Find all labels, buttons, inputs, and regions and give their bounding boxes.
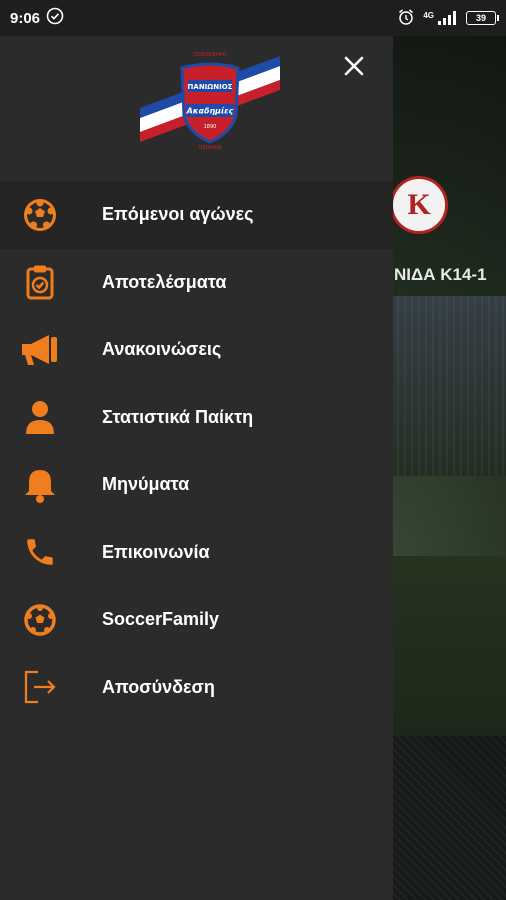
menu-item-soccerfamily[interactable]: SoccerFamily — [0, 586, 393, 654]
menu-item-messages[interactable]: Μηνύματα — [0, 451, 393, 519]
phone-icon — [20, 532, 60, 572]
menu-item-label: Επικοινωνία — [102, 541, 210, 562]
stadium-background — [390, 296, 506, 476]
menu-item-label: Ανακοινώσεις — [102, 339, 222, 360]
club-logo-year: 1890 — [204, 124, 217, 130]
drawer-header: ΠΑΝΙΩΝΙΟΣ Ακαδημίες 1890 ΠΟΔΟΣΦΑΙΡΟ ΝΕΟΛ… — [0, 36, 393, 176]
navigation-drawer: ΠΑΝΙΩΝΙΟΣ Ακαδημίες 1890 ΠΟΔΟΣΦΑΙΡΟ ΝΕΟΛ… — [0, 36, 393, 900]
menu-item-contact[interactable]: Επικοινωνία — [0, 519, 393, 587]
club-logo: ΠΑΝΙΩΝΙΟΣ Ακαδημίες 1890 ΠΟΔΟΣΦΑΙΡΟ ΝΕΟΛ… — [140, 52, 280, 151]
logout-icon — [20, 667, 60, 707]
team-logo[interactable]: K — [390, 176, 448, 234]
menu-item-label: Μηνύματα — [102, 474, 190, 495]
club-logo-top-text: ΠΟΔΟΣΦΑΙΡΟ — [193, 52, 227, 58]
menu-item-label: Στατιστικά Παίκτη — [102, 406, 254, 427]
team-name: ΝΙΔΑ Κ14-1 — [394, 265, 487, 284]
status-bar: 9:06 4G 39 — [0, 0, 506, 36]
battery-level: 39 — [475, 13, 486, 23]
check-circle-icon — [46, 7, 64, 29]
menu-item-label: Αποσύνδεση — [102, 676, 215, 697]
team-logo-letter: K — [407, 188, 431, 221]
menu-item-upcoming-matches[interactable]: Επόμενοι αγώνες — [0, 181, 393, 249]
club-logo-name: ΠΑΝΙΩΝΙΟΣ — [188, 83, 233, 91]
drawer-menu: Επόμενοι αγώνες Αποτελέσματα Ανακοινώσει… — [0, 181, 393, 721]
club-logo-subtitle: Ακαδημίες — [186, 106, 234, 116]
club-logo-bottom-text: ΝΕΟΛΑΙΑ — [199, 145, 222, 151]
menu-item-label: Επόμενοι αγώνες — [102, 204, 254, 225]
close-icon — [344, 56, 364, 76]
signal-icon: 4G — [423, 11, 458, 25]
menu-item-results[interactable]: Αποτελέσματα — [0, 249, 393, 317]
menu-item-label: Αποτελέσματα — [102, 271, 227, 292]
soccer-ball-icon — [20, 195, 60, 235]
network-type: 4G — [423, 11, 434, 20]
menu-item-player-stats[interactable]: Στατιστικά Παίκτη — [0, 384, 393, 452]
battery-icon: 39 — [466, 11, 499, 25]
close-button[interactable] — [340, 52, 368, 80]
clipboard-check-icon — [20, 262, 60, 302]
soccer-ball-outline-icon — [20, 600, 60, 640]
menu-item-logout[interactable]: Αποσύνδεση — [0, 654, 393, 722]
menu-item-announcements[interactable]: Ανακοινώσεις — [0, 316, 393, 384]
crowd-background — [390, 736, 506, 900]
alarm-icon — [397, 8, 415, 29]
status-time: 9:06 — [10, 9, 41, 27]
user-icon — [20, 397, 60, 437]
menu-item-label: SoccerFamily — [102, 609, 220, 630]
bell-icon — [20, 465, 60, 505]
megaphone-icon — [20, 330, 60, 370]
